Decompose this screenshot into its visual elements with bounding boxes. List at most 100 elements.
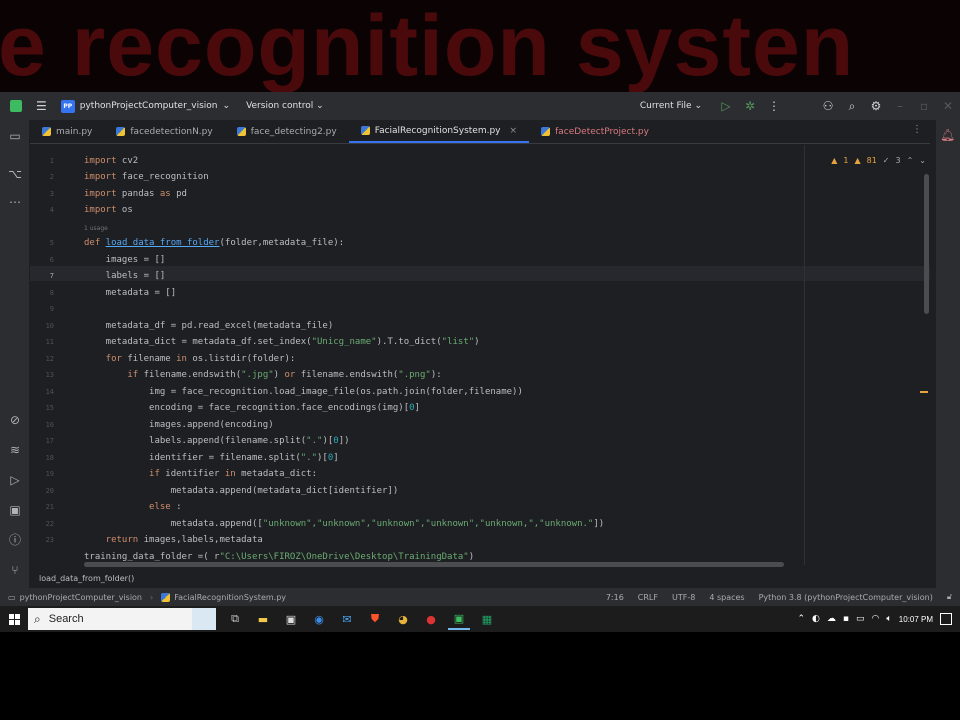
problems-icon[interactable]: ⓘ	[7, 532, 23, 548]
code-line: encoding = face_recognition.face_encodin…	[84, 403, 420, 413]
usages-hint[interactable]: 1 usage	[84, 223, 108, 235]
cloud-icon[interactable]: ☁	[827, 614, 836, 624]
python-interpreter[interactable]: Python 3.8 (pythonProjectComputer_vision…	[759, 593, 933, 602]
clock[interactable]: 10:07 PM	[899, 615, 933, 624]
code-line: images.append(encoding)	[84, 420, 274, 430]
os-taskbar: ⌕ Search ⧉ ▬ ▣ ◉ ✉ ⛊ ◕ ● ▣ ▦ ⌃ ◐ ☁ ▪ ▭ ◠…	[0, 606, 960, 632]
chevron-up-icon[interactable]: ⌃	[907, 156, 914, 165]
chevron-up-icon[interactable]: ⌃	[797, 614, 805, 624]
code-line: for filename in os.listdir(folder):	[84, 354, 296, 364]
battery-icon[interactable]: ▭	[856, 614, 865, 624]
status-file[interactable]: FacialRecognitionSystem.py	[174, 593, 286, 602]
structure-icon[interactable]: ⌥	[7, 166, 23, 182]
notifications-icon[interactable]: 🔔︎	[940, 128, 955, 142]
windows-start-icon[interactable]	[0, 606, 28, 632]
chevron-down-icon: ⌄	[694, 101, 702, 111]
tab-facedetectionN[interactable]: facedetectionN.py	[104, 120, 224, 143]
code-line: identifier = filename.split(".")[0]	[84, 453, 339, 463]
excel-icon[interactable]: ▦	[476, 608, 498, 630]
project-badge: PP	[60, 99, 75, 113]
chevron-down-icon[interactable]: ⌄	[919, 156, 926, 165]
close-window-icon[interactable]: ✕	[936, 99, 960, 113]
minimize-icon[interactable]: –	[888, 99, 912, 113]
lock-icon[interactable]: 🔓︎	[947, 592, 952, 602]
line-number: 21	[45, 503, 54, 511]
run-icon[interactable]: ▷	[714, 99, 738, 113]
breadcrumb-function[interactable]: load_data_from_folder()	[39, 574, 134, 583]
vertical-scrollbar[interactable]	[924, 174, 929, 314]
debug-icon[interactable]: ✲	[738, 99, 762, 113]
task-view-icon[interactable]: ⧉	[224, 608, 246, 630]
run-configuration-selector[interactable]: Current File ⌄	[640, 101, 702, 111]
line-number: 3	[49, 190, 54, 198]
version-control-menu[interactable]: Version control ⌄	[246, 101, 324, 111]
line-number: 1	[49, 157, 54, 165]
horizontal-scrollbar[interactable]	[84, 562, 784, 567]
close-tab-icon[interactable]: ×	[510, 126, 518, 136]
edge-browser-icon[interactable]: ◉	[308, 608, 330, 630]
line-number: 5	[49, 239, 54, 247]
run-tool-icon[interactable]: ▷	[7, 472, 23, 488]
system-tray: ⌃ ◐ ☁ ▪ ▭ ◠ 🔈︎ 10:07 PM	[797, 606, 960, 632]
search-icon[interactable]: ⌕	[840, 99, 864, 114]
more-actions-icon[interactable]: ⋮	[762, 99, 786, 113]
python-file-icon	[42, 127, 51, 136]
volume-icon[interactable]: 🔈︎	[886, 614, 891, 624]
editor-tabs: main.py facedetectionN.py face_detecting…	[30, 120, 930, 144]
store-icon[interactable]: ▣	[280, 608, 302, 630]
warning-stripe-marker[interactable]	[920, 391, 928, 393]
git-icon[interactable]: ⑂	[7, 562, 23, 578]
settings-gear-icon[interactable]: ⚙	[864, 99, 888, 113]
breadcrumb[interactable]: load_data_from_folder()	[30, 568, 936, 588]
project-selector[interactable]: PP pythonProjectComputer_vision ⌄	[60, 99, 230, 113]
project-folder-icon[interactable]: ▭	[7, 128, 23, 144]
add-user-icon[interactable]: ⚇	[816, 99, 840, 113]
inspection-widget[interactable]: ▲ 1 ▲ 81 ✓ 3 ⌃ ⌄	[831, 156, 926, 165]
layers-icon[interactable]: ≋	[7, 442, 23, 458]
chrome-icon[interactable]: ◕	[392, 608, 414, 630]
file-explorer-icon[interactable]: ▬	[252, 608, 274, 630]
plugins-icon[interactable]: ⊘	[7, 412, 23, 428]
wifi-icon[interactable]: ◠	[871, 614, 879, 624]
tab-label: faceDetectProject.py	[555, 126, 649, 137]
line-number: 9	[49, 305, 54, 313]
tab-face-detect-project[interactable]: faceDetectProject.py	[529, 120, 661, 143]
hamburger-menu-icon[interactable]: ☰	[36, 99, 47, 113]
code-line: labels.append(filename.split(".")[0])	[84, 436, 350, 446]
breadcrumb-separator-icon: ›	[150, 592, 154, 602]
python-file-icon	[116, 127, 126, 136]
terminal-icon[interactable]: ▣	[7, 502, 23, 518]
code-line: metadata_dict = metadata_df.set_index("U…	[84, 337, 480, 347]
mail-icon[interactable]: ✉	[336, 608, 358, 630]
code-editor[interactable]: import cv2 import face_recognition impor…	[84, 145, 784, 566]
file-encoding[interactable]: UTF-8	[672, 593, 695, 602]
line-separator[interactable]: CRLF	[638, 593, 658, 602]
tab-facial-recognition-system[interactable]: FacialRecognitionSystem.py ×	[348, 120, 530, 143]
tab-options-icon[interactable]: ⋮	[912, 124, 922, 135]
recorder-icon[interactable]: ●	[420, 608, 442, 630]
status-project[interactable]: pythonProjectComputer_vision	[20, 593, 142, 602]
brave-browser-icon[interactable]: ⛊	[364, 608, 386, 630]
maximize-icon[interactable]: ▫	[912, 99, 936, 113]
chevron-down-icon: ⌄	[316, 101, 324, 111]
line-number: 8	[49, 289, 54, 297]
tray-app-icon[interactable]: ▪	[843, 614, 849, 624]
indent-setting[interactable]: 4 spaces	[709, 593, 744, 602]
taskbar-search[interactable]: ⌕ Search	[28, 608, 193, 630]
more-tools-icon[interactable]: ⋯	[7, 194, 23, 210]
typo-icon: ✓	[882, 156, 890, 165]
code-line: metadata.append(metadata_dict[identifier…	[84, 486, 399, 496]
line-number: 4	[49, 206, 54, 214]
tab-main[interactable]: main.py	[30, 120, 104, 143]
pycharm-logo-icon	[10, 100, 22, 112]
tray-app-icon[interactable]: ◐	[812, 614, 820, 624]
caret-position[interactable]: 7:16	[606, 593, 624, 602]
line-number: 13	[45, 371, 54, 379]
tab-face-detecting2[interactable]: face_detecting2.py	[225, 120, 349, 143]
notifications-icon[interactable]	[940, 613, 952, 625]
pycharm-taskbar-icon[interactable]: ▣	[448, 608, 470, 630]
project-name: pythonProjectComputer_vision	[79, 101, 218, 111]
line-number: 10	[45, 322, 54, 330]
ide-window: ☰ PP pythonProjectComputer_vision ⌄ Vers…	[0, 92, 960, 606]
weak-warning-count: 81	[866, 156, 877, 165]
